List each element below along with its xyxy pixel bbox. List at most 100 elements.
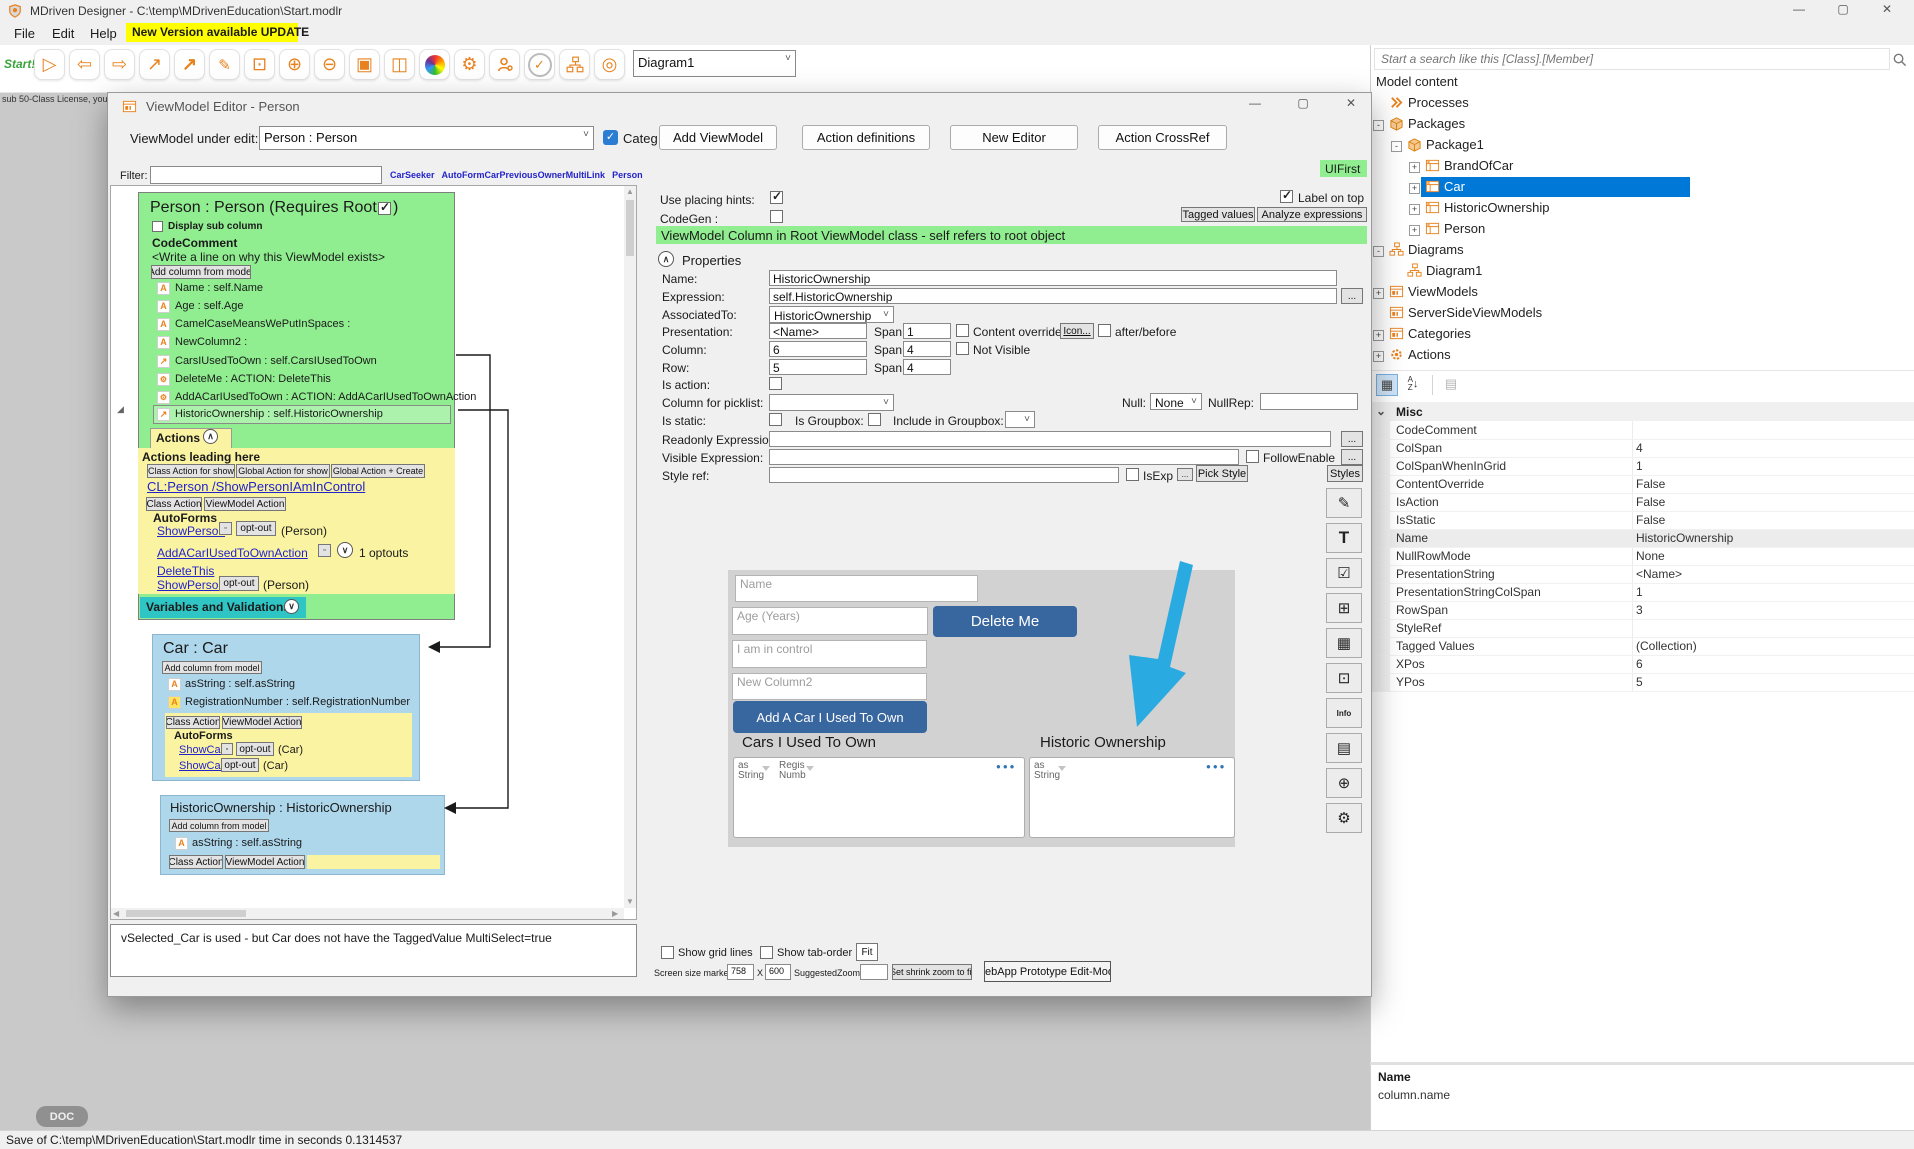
include-groupbox-select[interactable] — [1005, 411, 1035, 428]
expander-icon[interactable]: + — [1373, 288, 1384, 299]
picklist-select[interactable] — [769, 394, 894, 411]
is-static-checkbox[interactable] — [769, 413, 782, 426]
showcar-link[interactable]: ShowCar — [179, 744, 224, 756]
icon-button[interactable]: Icon... — [1060, 323, 1094, 339]
diagram-selector[interactable]: Diagram1 — [633, 50, 796, 77]
checkbox-icon[interactable]: ☑ — [1326, 558, 1362, 588]
scroll-up-icon[interactable]: ▲ — [626, 187, 634, 196]
historic-grid-menu-icon[interactable]: ●●● — [1206, 762, 1227, 771]
search-input[interactable] — [1374, 48, 1890, 70]
run-icon[interactable]: ▷ — [34, 49, 65, 80]
visible-expression-input[interactable] — [769, 449, 1239, 465]
property-row[interactable]: ContentOverrideFalse — [1370, 475, 1914, 494]
new-editor-button[interactable]: New Editor — [950, 125, 1078, 150]
forward-icon[interactable]: ⇨ — [104, 49, 135, 80]
update-banner-label[interactable]: New Version available UPDATE — [132, 25, 309, 39]
text-icon[interactable]: T — [1326, 523, 1362, 553]
autoform-icon-button[interactable]: ▫ — [221, 743, 233, 755]
associatedto-select[interactable]: HistoricOwnership — [769, 306, 894, 323]
add-column-button[interactable]: Add column from model — [151, 265, 251, 279]
cl-person-link[interactable]: CL:Person /ShowPersonIAmInControl — [147, 479, 365, 494]
alphabetical-sort-icon[interactable]: AZ↓ — [1402, 374, 1424, 396]
property-row[interactable]: ColSpanWhenInGrid1 — [1370, 457, 1914, 476]
add-column-button[interactable]: Add column from model — [162, 661, 262, 674]
column-row[interactable]: Age : self.Age — [175, 300, 244, 312]
pick-style-button[interactable]: Pick Style — [1196, 465, 1248, 482]
is-action-checkbox[interactable] — [769, 377, 782, 390]
window-run-icon[interactable]: ◫ — [384, 49, 415, 80]
show-grid-lines-checkbox[interactable] — [661, 946, 674, 959]
use-placing-hints-checkbox[interactable] — [770, 191, 783, 204]
global-action-create-button[interactable]: Global Action + Create — [331, 464, 425, 478]
viewmodel-action-button[interactable]: ViewModel Action — [225, 855, 305, 869]
close-icon[interactable]: ✕ — [1870, 2, 1904, 20]
expander-icon[interactable]: + — [1373, 351, 1384, 362]
add-car-button[interactable]: Add A Car I Used To Own — [733, 701, 927, 733]
isexp-checkbox[interactable] — [1126, 468, 1139, 481]
editor-close-icon[interactable]: ✕ — [1334, 96, 1368, 114]
editor-minimize-icon[interactable]: — — [1238, 96, 1272, 114]
column-row[interactable]: Name : self.Name — [175, 282, 263, 294]
property-row[interactable]: CodeComment — [1370, 421, 1914, 440]
property-row[interactable]: PresentationStringColSpan1 — [1370, 583, 1914, 602]
menu-help[interactable]: Help — [90, 26, 117, 41]
showcar-link[interactable]: ShowCar — [179, 760, 224, 772]
arrow-straight-icon[interactable]: ↗ — [139, 49, 170, 80]
calendar-icon[interactable]: ▦ — [1326, 628, 1362, 658]
settings-icon[interactable]: ⚙ — [1326, 803, 1362, 833]
opt-out-button[interactable]: opt-out — [219, 576, 259, 591]
class-action-button[interactable]: Class Action — [169, 855, 223, 869]
property-row[interactable]: Tagged Values(Collection) — [1370, 637, 1914, 656]
deletethis-link[interactable]: DeleteThis — [157, 564, 214, 578]
globe-icon[interactable]: ⊕ — [1326, 768, 1362, 798]
expression-input[interactable]: self.HistoricOwnership — [769, 288, 1337, 304]
analyze-expressions-button[interactable]: Analyze expressions — [1257, 207, 1367, 222]
new-column2-field[interactable] — [732, 673, 927, 700]
insert-window-icon[interactable]: ⊡ — [244, 49, 275, 80]
category-collapse-icon[interactable]: ⌄ — [1376, 404, 1386, 418]
name-field[interactable] — [735, 575, 978, 602]
filter-funnel-icon[interactable] — [1058, 766, 1066, 775]
readonly-expression-input[interactable] — [769, 431, 1331, 447]
followenable-checkbox[interactable] — [1246, 450, 1259, 463]
arrow-bold-icon[interactable]: ↗ — [174, 49, 205, 80]
filter-input[interactable] — [150, 166, 382, 184]
delete-me-button[interactable]: Delete Me — [933, 606, 1077, 637]
opt-out-button[interactable]: opt-out — [221, 758, 259, 772]
cars-grid[interactable] — [733, 757, 1025, 838]
webapp-prototype-button[interactable]: WebApp Prototype Edit-Mode — [984, 961, 1111, 982]
link-person[interactable]: Person — [612, 170, 643, 180]
property-row[interactable]: IsActionFalse — [1370, 493, 1914, 512]
set-shrink-zoom-button[interactable]: Set shrink zoom to fit — [892, 964, 972, 980]
back-icon[interactable]: ⇦ — [69, 49, 100, 80]
addacar-action-link[interactable]: AddACarIUsedToOwnAction — [157, 546, 308, 560]
edit-icon[interactable]: ✎ — [1326, 488, 1362, 518]
screen-height-input[interactable]: 600 — [765, 964, 791, 980]
link-carseeker[interactable]: CarSeeker — [390, 170, 435, 180]
tagged-values-button[interactable]: Tagged values — [1181, 207, 1255, 222]
property-row[interactable]: ColSpan4 — [1370, 439, 1914, 458]
spin-icon[interactable]: ◎ — [594, 49, 625, 80]
editor-maximize-icon[interactable]: ▢ — [1286, 96, 1320, 114]
expand-down-icon[interactable]: ∨ — [337, 542, 353, 558]
minimize-icon[interactable]: — — [1782, 2, 1816, 20]
column-row[interactable]: CamelCaseMeansWePutInSpaces : — [175, 318, 350, 330]
canvas-vscrollbar[interactable] — [624, 186, 636, 908]
hscroll-thumb[interactable] — [126, 910, 246, 917]
property-row[interactable]: IsStaticFalse — [1370, 511, 1914, 530]
column-row[interactable]: asString : self.asString — [185, 678, 295, 690]
window-icon[interactable]: ▣ — [349, 49, 380, 80]
property-row[interactable]: PresentationString<Name> — [1370, 565, 1914, 584]
column-row[interactable]: CarsIUsedToOwn : self.CarsIUsedToOwn — [175, 355, 377, 367]
style-ellipsis-button[interactable]: ... — [1177, 468, 1193, 481]
categ-checkbox[interactable]: ✓ — [603, 130, 618, 145]
table-icon[interactable]: ⊞ — [1326, 593, 1362, 623]
diagram-icon[interactable] — [559, 49, 590, 80]
display-sub-column-checkbox[interactable] — [152, 221, 163, 232]
colors-icon[interactable] — [419, 49, 450, 80]
collapse-up-icon[interactable]: ∧ — [658, 251, 674, 267]
class-action-show-button[interactable]: Class Action for show — [147, 464, 235, 478]
search-icon[interactable] — [1892, 52, 1907, 67]
access-icon[interactable] — [489, 49, 520, 80]
category-row[interactable] — [1370, 402, 1914, 421]
